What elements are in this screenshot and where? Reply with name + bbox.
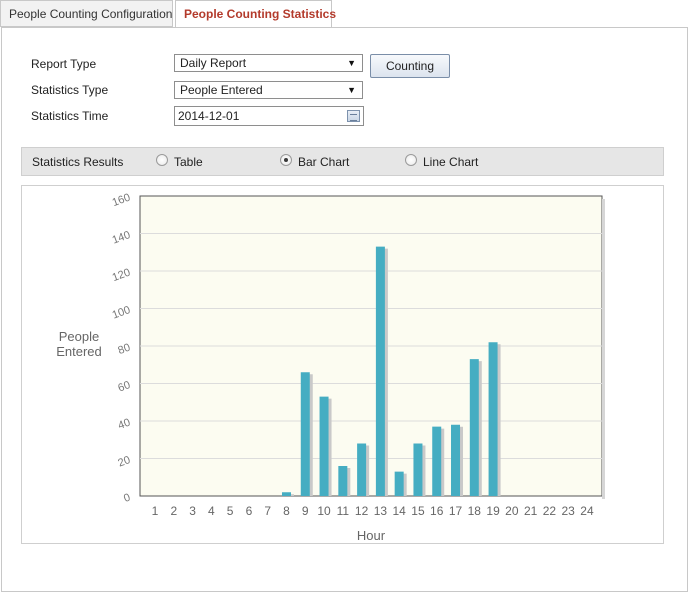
counting-button[interactable]: Counting xyxy=(370,54,450,78)
radio-table[interactable] xyxy=(156,154,168,166)
y-tick-label: 20 xyxy=(116,454,132,469)
statistics-type-label: Statistics Type xyxy=(31,83,109,97)
tab-people-counting-statistics[interactable]: People Counting Statistics xyxy=(175,0,336,28)
bar-hour-13 xyxy=(375,246,385,496)
dropdown-arrow-icon: ▼ xyxy=(347,85,356,95)
x-tick-label: 4 xyxy=(208,504,215,518)
radio-line-chart[interactable] xyxy=(405,154,417,166)
x-tick-label: 6 xyxy=(246,504,253,518)
dropdown-arrow-icon: ▼ xyxy=(347,58,356,68)
report-type-select[interactable]: Daily Report ▼ xyxy=(174,54,363,72)
x-tick-label: 19 xyxy=(486,504,500,518)
line-chart-option-label: Line Chart xyxy=(423,155,479,169)
y-tick-label: 100 xyxy=(111,304,132,322)
table-option-label: Table xyxy=(174,155,203,169)
x-tick-label: 7 xyxy=(264,504,271,518)
x-tick-label: 10 xyxy=(317,504,331,518)
tab-bar: People Counting Configuration People Cou… xyxy=(0,0,689,28)
x-tick-label: 1 xyxy=(152,504,159,518)
bar-hour-16 xyxy=(432,426,442,496)
report-type-value: Daily Report xyxy=(180,56,247,70)
statistics-results-bar: Statistics Results Table Bar Chart Line … xyxy=(21,147,664,176)
chart-container: 0 20 40 60 80 100 120 140 160 1 2 3 4 5 6 7 8 9 10 11 12 13 14… xyxy=(21,185,664,544)
statistics-time-value: 2014-12-01 xyxy=(178,109,240,123)
x-tick-label: 14 xyxy=(392,504,406,518)
bar-hour-11 xyxy=(338,466,348,496)
bar-hour-12 xyxy=(357,443,367,496)
y-axis-label: People Entered xyxy=(56,329,102,359)
bar-hour-14 xyxy=(394,471,404,496)
x-tick-label: 21 xyxy=(524,504,538,518)
x-tick-label: 22 xyxy=(543,504,557,518)
x-tick-label: 3 xyxy=(189,504,196,518)
bar-hour-9 xyxy=(300,372,310,496)
statistics-time-label: Statistics Time xyxy=(31,109,109,123)
x-tick-label: 12 xyxy=(355,504,369,518)
y-tick-label: 160 xyxy=(111,192,132,210)
x-axis-label: Hour xyxy=(357,528,386,543)
x-tick-label: 2 xyxy=(170,504,177,518)
plot-shadow xyxy=(602,199,605,499)
y-tick-label: 80 xyxy=(116,342,132,357)
x-tick-label: 23 xyxy=(562,504,576,518)
y-tick-label: 0 xyxy=(122,492,132,505)
bar-hour-10 xyxy=(319,396,329,496)
x-tick-label: 17 xyxy=(449,504,463,518)
x-tick-label: 15 xyxy=(411,504,425,518)
statistics-type-select[interactable]: People Entered ▼ xyxy=(174,81,363,99)
bar-chart-option-label: Bar Chart xyxy=(298,155,350,169)
x-tick-label: 8 xyxy=(283,504,290,518)
statistics-results-label: Statistics Results xyxy=(32,155,124,169)
calendar-icon[interactable] xyxy=(347,110,360,122)
bar-hour-18 xyxy=(469,359,479,496)
bar-hour-8 xyxy=(281,492,291,496)
x-tick-label: 9 xyxy=(302,504,309,518)
bar-hour-19 xyxy=(488,342,498,496)
y-tick-label: 140 xyxy=(111,229,132,247)
y-tick-label: 120 xyxy=(111,267,132,285)
tab-people-counting-configuration[interactable]: People Counting Configuration xyxy=(0,0,173,27)
bar-hour-17 xyxy=(451,424,461,496)
y-tick-label: 40 xyxy=(116,417,132,432)
x-tick-label: 18 xyxy=(468,504,482,518)
radio-bar-chart[interactable] xyxy=(280,154,292,166)
x-tick-label: 13 xyxy=(374,504,388,518)
y-tick-label: 60 xyxy=(116,379,132,394)
statistics-type-value: People Entered xyxy=(180,83,263,97)
x-tick-label: 20 xyxy=(505,504,519,518)
x-tick-label: 16 xyxy=(430,504,444,518)
bar-hour-15 xyxy=(413,443,423,496)
x-tick-label: 24 xyxy=(580,504,594,518)
report-type-label: Report Type xyxy=(31,57,97,71)
statistics-time-input[interactable]: 2014-12-01 xyxy=(174,106,364,126)
x-tick-label: 5 xyxy=(227,504,234,518)
x-tick-label: 11 xyxy=(337,504,350,518)
bar-chart: 0204060801001201401601 2 3 4 5 6 7 8 9 10 11 12 13 14… xyxy=(56,192,605,543)
